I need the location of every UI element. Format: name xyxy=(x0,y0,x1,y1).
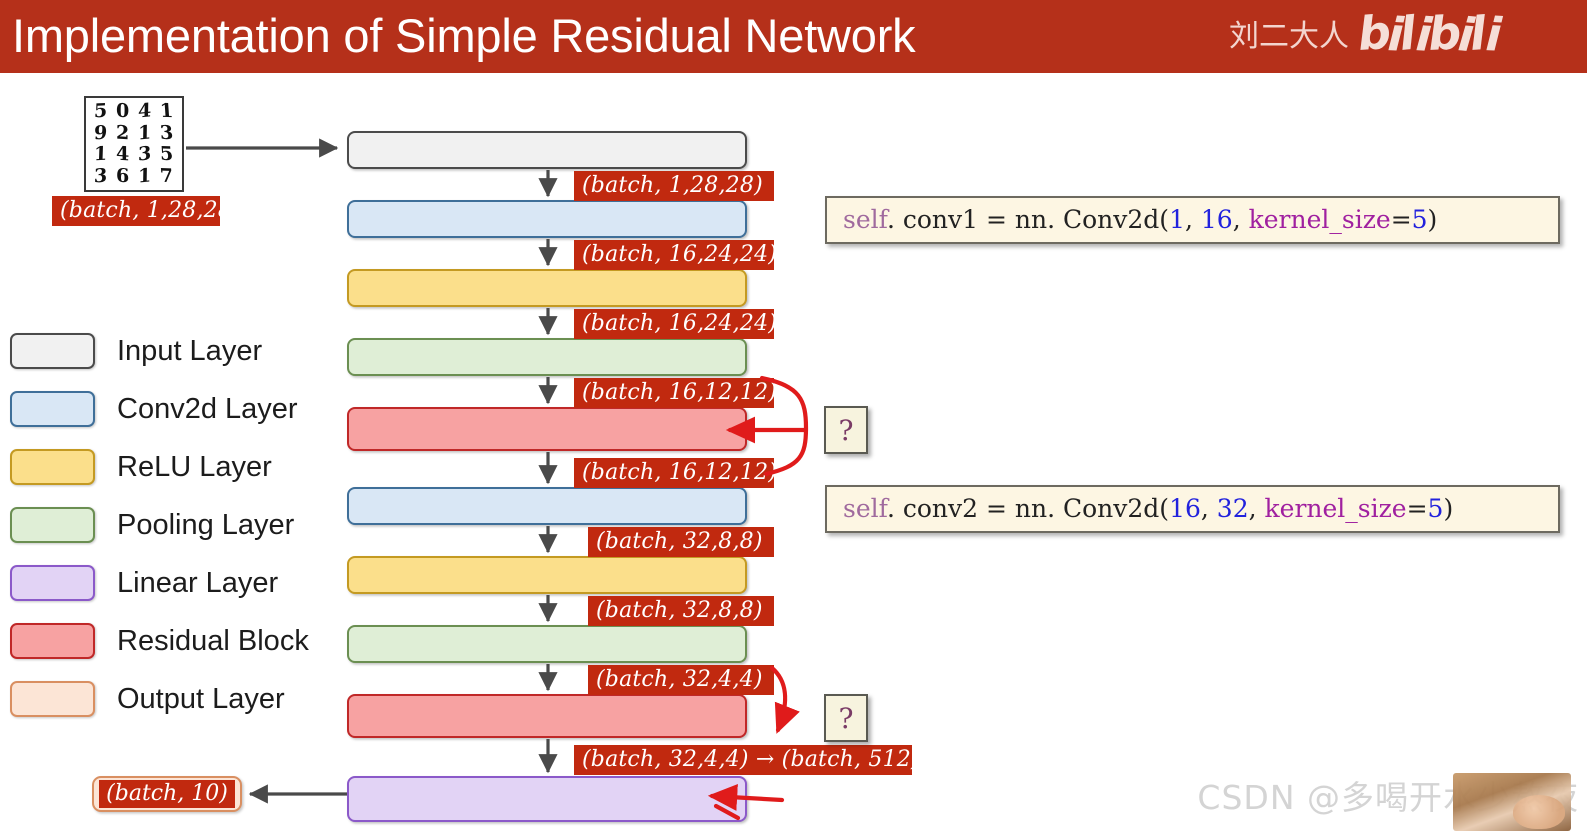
shape-label-input-image: (batch, 1,28,28) xyxy=(52,196,241,226)
mnist-cell: 5 xyxy=(159,142,175,166)
code-token-num1: 1 xyxy=(1169,205,1185,234)
code-token-num3: 5 xyxy=(1411,205,1428,234)
mnist-digit-grid: 5 0 4 1 9 2 1 3 1 4 3 5 3 6 1 7 xyxy=(84,96,184,192)
mnist-row: 1 4 3 5 xyxy=(90,142,178,166)
shape-label-after-input: (batch, 1,28,28) xyxy=(574,171,774,201)
code-token-self: self xyxy=(843,205,887,234)
code-token-num3: 5 xyxy=(1427,494,1444,523)
mnist-cell: 1 xyxy=(93,142,109,166)
bilibili-logo-icon: b i l i b i l i xyxy=(1357,6,1504,62)
mnist-cell: 0 xyxy=(116,99,130,123)
legend: Input Layer Conv2d Layer ReLU Layer Pool… xyxy=(10,322,309,728)
legend-label: Linear Layer xyxy=(117,566,279,599)
mnist-row: 3 6 1 7 xyxy=(90,163,178,188)
output-layer-box: (batch, 10) xyxy=(92,776,242,812)
shape-label-after-residual1: (batch, 16,12,12) xyxy=(574,458,777,488)
mnist-row: 9 2 1 3 xyxy=(90,121,178,145)
legend-item-linear-layer: Linear Layer xyxy=(10,554,309,612)
shape-label-after-relu2: (batch, 32,8,8) xyxy=(588,596,774,626)
legend-item-input-layer: Input Layer xyxy=(10,322,309,380)
legend-item-residual-block: Residual Block xyxy=(10,612,309,670)
code-token-close: ) xyxy=(1443,494,1454,523)
code-token-kernel: kernel_size xyxy=(1264,494,1407,523)
code-token-num2: 16 xyxy=(1200,205,1233,234)
legend-swatch-input-layer xyxy=(10,333,95,369)
legend-label: Conv2d Layer xyxy=(117,392,298,425)
residual-block-1 xyxy=(347,407,747,451)
mnist-cell: 1 xyxy=(138,121,152,145)
shape-label-after-conv2: (batch, 32,8,8) xyxy=(588,527,774,557)
shape-label-after-pooling2: (batch, 32,4,4) xyxy=(588,665,774,695)
mnist-cell: 3 xyxy=(159,121,175,145)
legend-swatch-conv2d-layer xyxy=(10,391,95,427)
code-token-eq: = xyxy=(1390,205,1412,234)
legend-swatch-output-layer xyxy=(10,681,95,717)
code-token-plain2: , xyxy=(1200,494,1217,523)
code-token-plain1: . conv2 = nn. Conv2d( xyxy=(886,494,1170,523)
relu1-block xyxy=(347,269,747,307)
legend-label: Residual Block xyxy=(117,624,309,657)
legend-label: Output Layer xyxy=(117,682,285,715)
pooling2-block xyxy=(347,625,747,663)
question-box-residual-2[interactable]: ? xyxy=(824,694,868,742)
mnist-row: 5 0 4 1 xyxy=(90,99,178,124)
code-token-plain3: , xyxy=(1232,205,1249,234)
mnist-cell: 3 xyxy=(138,142,152,166)
code-token-num1: 16 xyxy=(1169,494,1201,523)
shape-label-after-relu1: (batch, 16,24,24) xyxy=(574,309,777,339)
author-name: 刘二大人 xyxy=(1229,19,1349,54)
slide-root: Implementation of Simple Residual Networ… xyxy=(0,0,1587,831)
code-token-num2: 32 xyxy=(1216,494,1249,523)
legend-item-conv2d-layer: Conv2d Layer xyxy=(10,380,309,438)
watermark-thumbnail-image xyxy=(1453,773,1571,831)
code-token-plain1: . conv1 = nn. Conv2d( xyxy=(886,205,1170,234)
mnist-cell: 2 xyxy=(116,121,130,145)
shape-label-after-residual2: (batch, 32,4,4) → (batch, 512) xyxy=(574,745,920,775)
legend-item-output-layer: Output Layer xyxy=(10,670,309,728)
conv2-code-box: self. conv2 = nn. Conv2d(16, 32, kernel_… xyxy=(825,485,1560,533)
pooling1-block xyxy=(347,338,747,376)
mnist-cell: 6 xyxy=(116,164,130,187)
shape-label-after-conv1: (batch, 16,24,24) xyxy=(574,240,777,270)
mnist-cell: 1 xyxy=(138,163,152,188)
code-token-eq: = xyxy=(1406,494,1428,523)
shape-label-after-pooling1: (batch, 16,12,12) xyxy=(574,378,777,408)
code-token-close: ) xyxy=(1427,205,1438,234)
conv2-block xyxy=(347,487,747,525)
conv1-block xyxy=(347,200,747,238)
mnist-cell: 5 xyxy=(93,100,109,123)
legend-swatch-pooling-layer xyxy=(10,507,95,543)
page-title: Implementation of Simple Residual Networ… xyxy=(12,9,916,62)
linear-block xyxy=(347,776,747,822)
mnist-cell: 4 xyxy=(116,142,130,166)
code-token-kernel: kernel_size xyxy=(1248,205,1391,234)
legend-swatch-relu-layer xyxy=(10,449,95,485)
relu2-block xyxy=(347,556,747,594)
question-box-residual-1[interactable]: ? xyxy=(824,406,868,454)
legend-swatch-linear-layer xyxy=(10,565,95,601)
mnist-cell: 3 xyxy=(93,164,109,187)
code-token-plain2: , xyxy=(1184,205,1201,234)
legend-label: Pooling Layer xyxy=(117,508,295,541)
mnist-cell: 4 xyxy=(138,99,152,124)
residual-block-2 xyxy=(347,694,747,738)
input-layer-block xyxy=(347,131,747,169)
legend-item-pooling-layer: Pooling Layer xyxy=(10,496,309,554)
legend-item-relu-layer: ReLU Layer xyxy=(10,438,309,496)
legend-label: ReLU Layer xyxy=(117,450,272,483)
legend-swatch-residual-block xyxy=(10,623,95,659)
mnist-cell: 1 xyxy=(159,100,175,123)
slide-header: Implementation of Simple Residual Networ… xyxy=(0,0,1587,73)
conv1-code-box: self. conv1 = nn. Conv2d(1, 16, kernel_s… xyxy=(825,196,1560,244)
mnist-cell: 9 xyxy=(93,121,109,145)
mnist-cell: 7 xyxy=(159,164,175,187)
shape-label-output: (batch, 10) xyxy=(99,780,235,808)
code-token-self: self xyxy=(843,494,887,523)
legend-label: Input Layer xyxy=(117,334,263,367)
svg-text:i: i xyxy=(1484,7,1504,62)
code-token-plain3: , xyxy=(1248,494,1265,523)
